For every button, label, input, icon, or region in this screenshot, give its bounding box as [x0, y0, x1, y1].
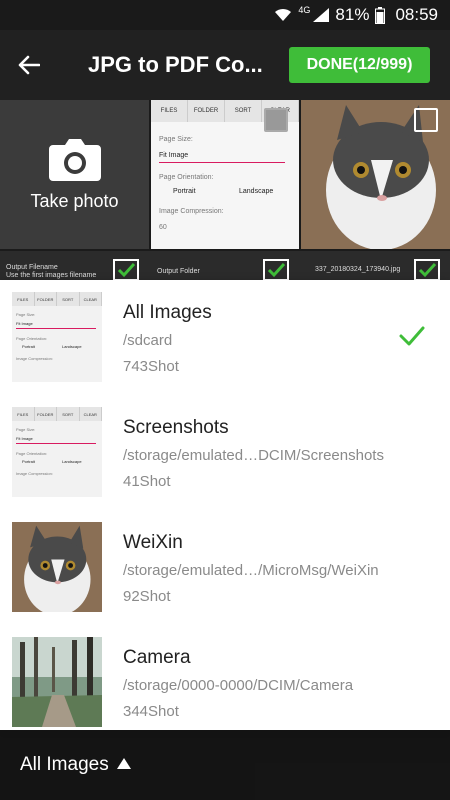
mini-tab: SORT: [57, 292, 80, 306]
app-toolbar: JPG to PDF Co... DONE(12/999): [0, 30, 450, 100]
compression-label: Image Compression:: [159, 208, 224, 215]
battery-icon: [375, 6, 386, 24]
forest-photo: [12, 637, 102, 727]
network-type: 4G: [298, 5, 311, 15]
folder-name: WeiXin: [123, 532, 183, 553]
select-checkbox[interactable]: [414, 108, 438, 132]
take-photo-label: Take photo: [30, 191, 119, 211]
signal-icon: [313, 8, 330, 22]
battery-percent: 81%: [335, 5, 370, 24]
folder-path: /sdcard: [123, 332, 173, 349]
check-icon[interactable]: [414, 259, 440, 281]
folder-item-all-images[interactable]: FILES FOLDER SORT CLEAR Page Size: Fit I…: [0, 280, 450, 395]
orientation-label: Page Orientation:: [159, 174, 214, 181]
landscape-label: Landscape: [62, 459, 82, 464]
mini-tab: FOLDER: [35, 407, 57, 421]
row-text: Use the first images filename: [6, 272, 97, 279]
underline: [16, 443, 96, 444]
landscape-label: Landscape: [239, 188, 274, 195]
folder-selector-label[interactable]: All Images: [20, 754, 109, 776]
page-title: JPG to PDF Co...: [88, 52, 263, 77]
portrait-label: Portrait: [22, 459, 35, 464]
wifi-icon: [275, 8, 292, 21]
mini-tab: CLEAR: [80, 407, 102, 421]
mini-tab: FILES: [12, 292, 35, 306]
page-size-label: Page Size:: [159, 136, 193, 143]
folder-count: 344Shot: [123, 703, 179, 720]
underline: [16, 328, 96, 329]
row-text: Output Filename: [6, 264, 58, 271]
folder-name: Camera: [123, 647, 191, 668]
mini-tab: FILES: [151, 100, 188, 122]
status-bar: 4G 81% 08:59: [0, 0, 450, 30]
landscape-label: Landscape: [62, 344, 82, 349]
row-text: 337_20180324_173940.jpg: [315, 266, 401, 273]
back-button[interactable]: [0, 30, 58, 100]
page-size-value: Fit Image: [16, 436, 33, 441]
compression-value: 60: [159, 224, 167, 231]
cat-photo: [12, 522, 102, 612]
mini-tab: FOLDER: [188, 100, 225, 122]
folder-thumbnail: [12, 522, 102, 612]
folder-dropdown: FILES FOLDER SORT CLEAR Page Size: Fit I…: [0, 280, 450, 730]
folder-item-camera[interactable]: Camera /storage/0000-0000/DCIM/Camera 34…: [0, 625, 450, 740]
grid-image-settings[interactable]: FILES FOLDER SORT CLEAR Page Size: Fit I…: [151, 100, 299, 249]
folder-thumbnail: [12, 637, 102, 727]
take-photo-tile[interactable]: Take photo: [0, 100, 149, 249]
folder-selector-bar[interactable]: All Images: [0, 730, 450, 800]
compression-label: Image Compression:: [16, 471, 53, 476]
page-size-value: Fit Image: [159, 152, 189, 159]
page-size-label: Page Size:: [16, 427, 36, 432]
mini-tabs: FILES FOLDER SORT CLEAR: [12, 292, 102, 306]
folder-count: 743Shot: [123, 358, 179, 375]
folder-count: 92Shot: [123, 588, 171, 605]
folder-name: All Images: [123, 302, 212, 323]
folder-name: Screenshots: [123, 417, 229, 438]
check-icon[interactable]: [113, 259, 139, 281]
folder-path: /storage/0000-0000/DCIM/Camera: [123, 677, 354, 694]
underline: [159, 162, 285, 163]
camera-icon: [48, 139, 101, 181]
folder-item-weixin[interactable]: WeiXin /storage/emulated…/MicroMsg/WeiXi…: [0, 510, 450, 625]
screen: 4G 81% 08:59 JPG to PDF Co... DONE(12/99…: [0, 0, 450, 800]
triangle-up-icon[interactable]: [116, 757, 131, 769]
select-checkbox[interactable]: [264, 108, 288, 132]
orientation-label: Page Orientation:: [16, 451, 48, 456]
check-icon[interactable]: [263, 259, 289, 281]
grid-row-2: Output Filename Use the first images fil…: [0, 251, 450, 281]
grid-image-cat[interactable]: [301, 100, 450, 249]
page-size-label: Page Size:: [16, 312, 36, 317]
clock: 08:59: [395, 5, 438, 24]
portrait-label: Portrait: [173, 188, 196, 195]
checkmark-icon: [399, 326, 425, 346]
folder-path: /storage/emulated…DCIM/Screenshots: [123, 447, 384, 464]
done-button[interactable]: DONE(12/999): [289, 47, 430, 83]
folder-item-screenshots[interactable]: FILES FOLDER SORT CLEAR Page Size: Fit I…: [0, 395, 450, 510]
arrow-left-icon: [18, 55, 40, 75]
mini-tab: SORT: [225, 100, 262, 122]
mini-tab: CLEAR: [80, 292, 102, 306]
compression-label: Image Compression:: [16, 356, 53, 361]
folder-thumbnail: FILES FOLDER SORT CLEAR Page Size: Fit I…: [12, 407, 102, 497]
folder-thumbnail: FILES FOLDER SORT CLEAR Page Size: Fit I…: [12, 292, 102, 382]
mini-tab: SORT: [57, 407, 80, 421]
folder-path: /storage/emulated…/MicroMsg/WeiXin: [123, 562, 379, 579]
row-text: Output Folder: [157, 268, 200, 275]
mini-tab: FILES: [12, 407, 35, 421]
folder-count: 41Shot: [123, 473, 171, 490]
portrait-label: Portrait: [22, 344, 35, 349]
mini-tabs: FILES FOLDER SORT CLEAR: [12, 407, 102, 421]
page-size-value: Fit Image: [16, 321, 33, 326]
mini-tab: FOLDER: [35, 292, 57, 306]
orientation-label: Page Orientation:: [16, 336, 48, 341]
